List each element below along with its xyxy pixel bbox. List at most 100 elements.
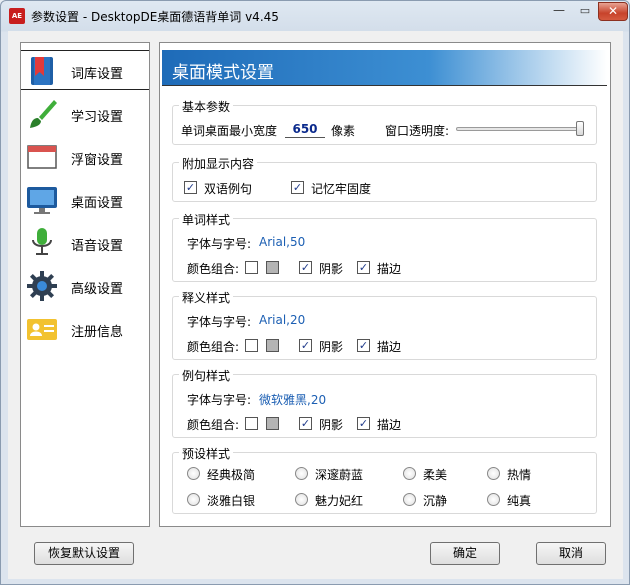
id-card-icon	[27, 319, 57, 340]
panel-header: 桌面模式设置	[162, 50, 607, 86]
meaning-color-swatch-gray[interactable]	[266, 339, 279, 352]
sidebar-item-label: 浮窗设置	[71, 153, 124, 168]
sidebar-item-label: 桌面设置	[71, 196, 124, 211]
meaning-stroke-checkbox[interactable]: ✓	[357, 339, 370, 352]
sidebar-item-registration[interactable]: 注册信息	[21, 309, 149, 349]
group-title: 单词样式	[179, 211, 234, 228]
restore-default-button[interactable]: 恢复默认设置	[34, 542, 134, 565]
opacity-slider-thumb[interactable]	[576, 121, 584, 136]
settings-window: AE 参数设置 - DesktopDE桌面德语背单词 v4.45 — ▭ ✕ 词…	[0, 0, 630, 585]
group-title: 附加显示内容	[179, 155, 258, 172]
group-title: 预设样式	[179, 445, 234, 462]
font-label: 字体与字号:	[187, 237, 252, 251]
word-color-swatch-gray[interactable]	[266, 261, 279, 274]
group-title: 基本参数	[179, 98, 234, 115]
preset-radio-deep-blue[interactable]	[295, 467, 308, 480]
word-color-swatch-white[interactable]	[245, 261, 258, 274]
preset-label: 柔美	[423, 468, 448, 482]
window-title: 参数设置 - DesktopDE桌面德语背单词 v4.45	[31, 10, 279, 24]
word-stroke-checkbox[interactable]: ✓	[357, 261, 370, 274]
word-font-link[interactable]: Arial,50	[259, 235, 305, 249]
preset-radio-silver[interactable]	[187, 493, 200, 506]
sidebar-item-label: 注册信息	[71, 325, 124, 340]
sidebar-item-voice[interactable]: 语音设置	[21, 223, 149, 263]
sidebar-item-label: 高级设置	[71, 282, 124, 297]
stroke-label: 描边	[377, 262, 402, 276]
meaning-style-group: 释义样式 字体与字号: Arial,20 颜色组合: ✓ 阴影 ✓ 描边	[172, 289, 597, 360]
preset-label: 沉静	[423, 494, 448, 508]
preset-radio-passion[interactable]	[487, 467, 500, 480]
min-width-unit: 像素	[331, 124, 356, 138]
sidebar-item-study[interactable]: 学习设置	[21, 94, 149, 134]
example-stroke-checkbox[interactable]: ✓	[357, 417, 370, 430]
stroke-label: 描边	[377, 418, 402, 432]
cancel-button[interactable]: 取消	[536, 542, 606, 565]
preset-label: 魅力妃红	[315, 494, 364, 508]
preset-radio-pure[interactable]	[487, 493, 500, 506]
min-width-input[interactable]: 650	[285, 122, 325, 136]
basic-params-group: 基本参数 单词桌面最小宽度 650 像素 窗口透明度:	[172, 98, 597, 145]
preset-label: 深邃蔚蓝	[315, 468, 364, 482]
preset-radio-charm-red[interactable]	[295, 493, 308, 506]
client-area: 词库设置 学习设置 浮窗设置 桌面设置 语音设置 高级设置 注册信息 桌面模式设…	[8, 31, 623, 579]
minimize-button[interactable]: —	[546, 2, 572, 21]
stroke-label: 描边	[377, 340, 402, 354]
preset-radio-soft[interactable]	[403, 467, 416, 480]
preset-label: 热情	[507, 468, 532, 482]
group-title: 释义样式	[179, 289, 234, 306]
example-color-swatch-gray[interactable]	[266, 417, 279, 430]
meaning-color-swatch-white[interactable]	[245, 339, 258, 352]
word-style-group: 单词样式 字体与字号: Arial,50 颜色组合: ✓ 阴影 ✓ 描边	[172, 211, 597, 282]
sidebar-item-label: 词库设置	[71, 67, 124, 82]
sidebar-item-desktop[interactable]: 桌面设置	[21, 180, 149, 220]
preset-radio-calm[interactable]	[403, 493, 416, 506]
title-bar[interactable]: AE 参数设置 - DesktopDE桌面德语背单词 v4.45 — ▭ ✕	[1, 1, 629, 31]
sidebar-item-label: 学习设置	[71, 110, 124, 125]
extra-content-group: 附加显示内容 ✓ 双语例句 ✓ 记忆牢固度	[172, 155, 597, 202]
meaning-font-link[interactable]: Arial,20	[259, 313, 305, 327]
preset-label: 经典极简	[207, 468, 256, 482]
shadow-label: 阴影	[319, 340, 344, 354]
font-label: 字体与字号:	[187, 315, 252, 329]
meaning-shadow-checkbox[interactable]: ✓	[299, 339, 312, 352]
sidebar-item-floating-window[interactable]: 浮窗设置	[21, 137, 149, 177]
bilingual-checkbox[interactable]: ✓	[184, 181, 197, 194]
example-font-link[interactable]: 微软雅黑,20	[259, 391, 326, 408]
example-style-group: 例句样式 字体与字号: 微软雅黑,20 颜色组合: ✓ 阴影 ✓ 描边	[172, 367, 597, 438]
sidebar: 词库设置 学习设置 浮窗设置 桌面设置 语音设置 高级设置 注册信息	[20, 42, 150, 527]
settings-panel: 桌面模式设置 基本参数 单词桌面最小宽度 650 像素 窗口透明度: 附加显示内…	[159, 42, 611, 527]
font-label: 字体与字号:	[187, 393, 252, 407]
color-label: 颜色组合:	[187, 418, 240, 432]
memory-label: 记忆牢固度	[311, 182, 372, 196]
bookmark-book-icon	[31, 57, 53, 85]
memory-checkbox[interactable]: ✓	[291, 181, 304, 194]
bilingual-label: 双语例句	[204, 182, 253, 196]
close-button[interactable]: ✕	[598, 2, 628, 21]
preset-radio-classic[interactable]	[187, 467, 200, 480]
sidebar-item-label: 语音设置	[71, 239, 124, 254]
color-label: 颜色组合:	[187, 262, 240, 276]
monitor-icon	[27, 187, 57, 214]
panel-title: 桌面模式设置	[172, 63, 274, 83]
min-width-label: 单词桌面最小宽度	[181, 124, 278, 138]
sidebar-item-vocabulary[interactable]: 词库设置	[21, 50, 149, 90]
word-shadow-checkbox[interactable]: ✓	[299, 261, 312, 274]
group-title: 例句样式	[179, 367, 234, 384]
paintbrush-icon	[30, 100, 57, 128]
maximize-button[interactable]: ▭	[572, 2, 598, 21]
window-icon	[27, 145, 57, 169]
opacity-slider-track[interactable]	[456, 127, 584, 131]
preset-label: 淡雅白银	[207, 494, 256, 508]
preset-label: 纯真	[507, 494, 532, 508]
ok-button[interactable]: 确定	[430, 542, 500, 565]
example-color-swatch-white[interactable]	[245, 417, 258, 430]
microphone-icon	[32, 228, 52, 255]
min-width-underline	[285, 137, 325, 138]
example-shadow-checkbox[interactable]: ✓	[299, 417, 312, 430]
app-icon: AE	[9, 8, 25, 24]
shadow-label: 阴影	[319, 418, 344, 432]
opacity-label: 窗口透明度:	[385, 124, 450, 138]
shadow-label: 阴影	[319, 262, 344, 276]
sidebar-item-advanced[interactable]: 高级设置	[21, 266, 149, 306]
color-label: 颜色组合:	[187, 340, 240, 354]
